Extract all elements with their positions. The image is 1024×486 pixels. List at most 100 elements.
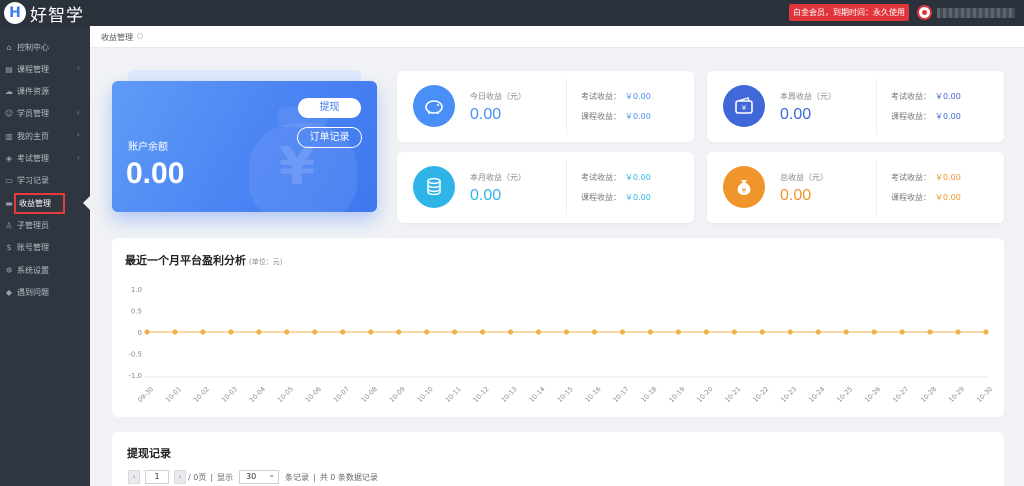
balance-label: 账户余额 [128,142,168,153]
profit-chart-card: 最近一个月平台盈利分析 (单位：元) 1.0 0.5 0 -0.5 -1.0 09-30 10… [112,238,1004,417]
data-point [703,329,709,335]
data-point [871,329,877,335]
help-icon: ◆ [5,287,13,297]
piggy-bank-icon [413,85,455,127]
x-tick-label: 09-30 [136,385,155,404]
x-tick-label: 10-15 [556,385,575,404]
x-tick-label: 10-26 [863,385,882,404]
course-income-value: ￥0.00 [935,193,961,202]
sidebar-item[interactable]: ☺ 学员管理 ‹ [0,103,90,125]
x-tick-label: 10-14 [528,385,547,404]
sidebar-item-label: 课程管理 [17,64,49,74]
income-stat-card: ¥ 本周收益（元） 0.00 考试收益： ￥0.00 课程收益： ￥0.00 [707,71,1004,142]
tab-close-icon[interactable] [137,33,143,39]
cloud-icon: ☁ [5,87,13,97]
sidebar-item[interactable]: ▥ 我的主页 ‹ [0,125,90,147]
sidebar-item[interactable]: ▬ 收益管理 [0,192,90,214]
balance-card: 账户余额 0.00 提现 订单记录 [112,81,377,212]
x-tick-label: 10-28 [919,385,938,404]
wallet-icon: ¥ [723,85,765,127]
sidebar: ⌂ 控制中心 ▤ 课程管理 ‹ ☁ 课件资源 ☺ 学员管理 ‹ ▥ 我的主页 ‹ ◈ 考试管理 ‹ ▭ 学习记录 ▬… [0,26,90,486]
profit-line-chart: 1.0 0.5 0 -0.5 -1.0 09-30 10-01 10-02 10-03 10-04… [128,286,994,404]
chevron-left-icon: ‹ [76,107,80,117]
x-tick-label: 10-30 [975,385,994,404]
chevron-left-icon: ‹ [76,130,80,140]
chevron-left-icon: ‹ [76,152,80,162]
prev-page-button[interactable]: ‹ [128,470,140,484]
x-tick-label: 10-25 [835,385,854,404]
record-icon: ▭ [5,176,13,186]
exam-income-label: 考试收益： [581,173,621,182]
data-point [843,329,849,335]
sidebar-item[interactable]: $ 账号管理 [0,237,90,259]
income-stat-card: 今日收益（元） 0.00 考试收益： ￥0.00 课程收益： ￥0.00 [397,71,694,142]
page-size-select[interactable]: 30 [239,469,280,484]
exam-income-value: ￥0.00 [935,173,961,182]
x-tick-label: 10-07 [332,385,351,404]
sidebar-item[interactable]: ♙ 子管理员 [0,214,90,236]
exam-income-label: 考试收益： [891,92,931,101]
data-point [284,329,290,335]
svg-text:¥: ¥ [742,104,747,112]
sidebar-item[interactable]: ▤ 课程管理 ‹ [0,58,90,80]
logo[interactable]: H 好智学 [4,2,84,26]
breadcrumb-tab[interactable]: 收益管理 [101,32,133,43]
course-income-value: ￥0.00 [625,193,651,202]
brand-name: 好智学 [30,5,84,26]
page-icon: ▥ [5,131,13,141]
course-income-label: 课程收益： [891,112,931,121]
x-tick-label: 10-18 [639,385,658,404]
x-tick-label: 10-29 [947,385,966,404]
sidebar-item[interactable]: ▭ 学习记录 [0,170,90,192]
sidebar-item[interactable]: ✲ 系统设置 [0,259,90,281]
sidebar-item[interactable]: ◈ 考试管理 ‹ [0,148,90,170]
next-page-button[interactable]: › [174,470,186,484]
sidebar-item[interactable]: ☁ 课件资源 [0,81,90,103]
users-icon: ☺ [4,109,14,119]
stat-value: 0.00 [780,187,812,204]
stat-divider [566,160,567,215]
x-tick-label: 10-13 [500,385,519,404]
pager-divider: | [210,472,214,482]
course-income-label: 课程收益： [891,193,931,202]
x-tick-label: 10-06 [304,385,323,404]
data-point [563,329,570,335]
data-point [368,329,374,335]
total-records: 共 0 条数据记录 [319,472,378,482]
x-tick-label: 10-12 [472,385,491,404]
avatar[interactable] [917,5,932,20]
coins-icon [413,166,455,208]
course-income-label: 课程收益： [581,112,621,121]
data-point [256,329,262,335]
stat-value: 0.00 [470,187,502,204]
sidebar-item[interactable]: ⌂ 控制中心 [0,36,90,58]
book-icon: ▤ [5,64,13,74]
data-point [759,329,765,335]
data-point [144,329,150,335]
wallet-icon: ▬ [5,198,13,208]
dollar-icon: $ [6,243,12,253]
x-tick-label: 10-19 [667,385,686,404]
y-tick-label: 0 [138,329,142,337]
sidebar-item-label: 账号管理 [17,243,49,253]
stat-value: 0.00 [470,106,502,123]
x-tick-label: 10-16 [584,385,603,404]
income-stat-card: 本月收益（元） 0.00 考试收益： ￥0.00 课程收益： ￥0.00 [397,152,694,223]
stat-label: 本周收益（元） [780,92,836,101]
data-point [815,329,821,335]
page-number-input[interactable]: 1 [145,470,169,484]
x-tick-label: 10-24 [807,385,826,404]
course-income-value: ￥0.00 [935,112,961,121]
sidebar-item[interactable]: ◆ 遇到问题 [0,281,90,303]
order-records-button[interactable]: 订单记录 [297,127,362,148]
withdraw-button[interactable]: 提现 [298,98,361,118]
sidebar-item-label: 收益管理 [14,192,65,214]
show-label: 显示 [217,472,234,482]
exam-income-value: ￥0.00 [625,92,651,101]
member-badge[interactable]: 白金会员，到期时间：永久使用 [789,4,909,21]
chevron-left-icon: ‹ [76,63,80,73]
data-point [647,329,654,335]
y-tick-label: 0.5 [131,308,142,316]
records-title: 提现记录 [127,447,171,460]
username-blurred[interactable] [937,8,1015,18]
